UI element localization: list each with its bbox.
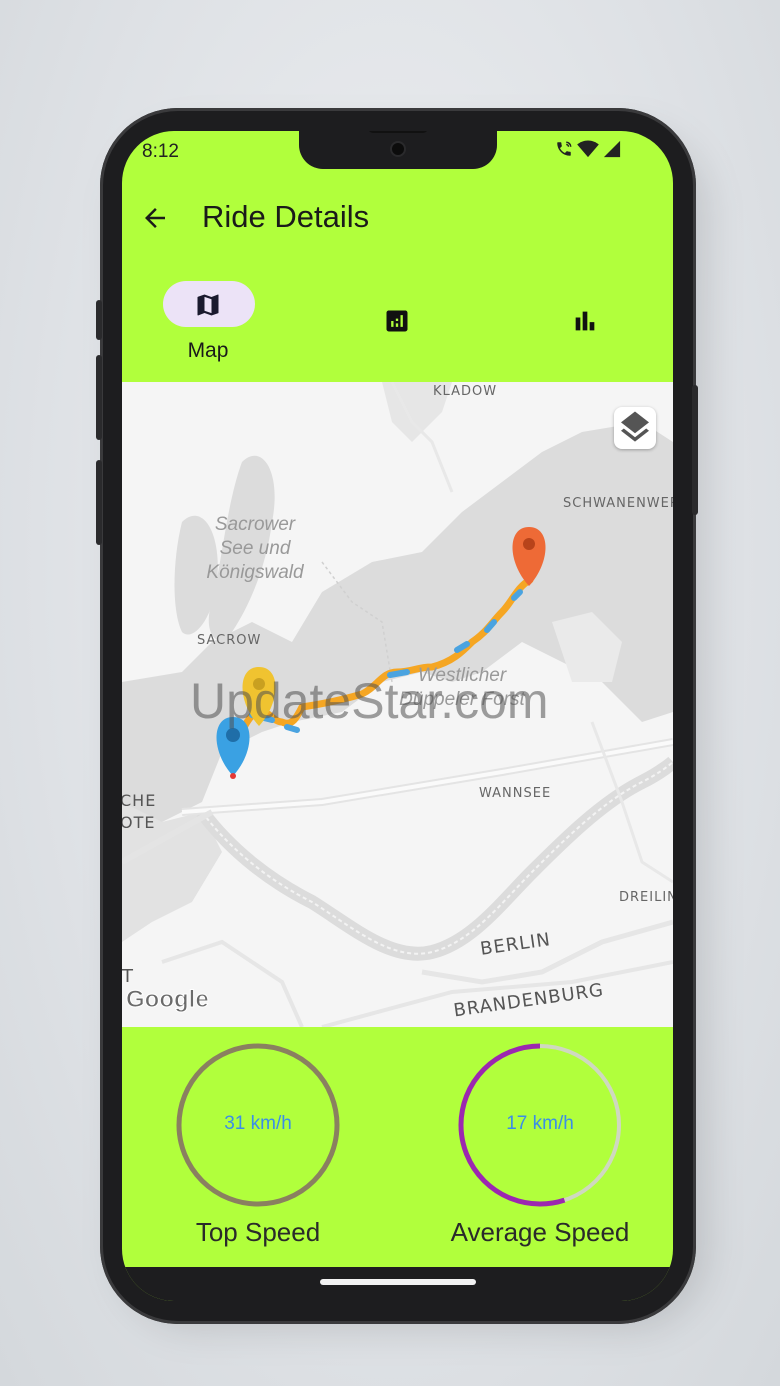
status-icons: [555, 140, 621, 158]
volume-down-button: [96, 355, 102, 440]
average-speed-label: Average Speed: [450, 1217, 630, 1247]
speed-stats: 31 km/h Top Speed 17 km/h Average Speed: [122, 1027, 673, 1267]
wifi-icon: [577, 140, 599, 158]
average-speed-gauge: 17 km/h: [456, 1041, 624, 1209]
volume-up-button: [96, 300, 102, 340]
tab-bar-chart[interactable]: [525, 281, 645, 371]
navigation-bar: [122, 1267, 673, 1301]
map-label-sacrow: SACROW: [197, 633, 262, 648]
map-icon: [197, 294, 219, 316]
watermark: UpdateStar.com: [190, 673, 549, 729]
average-speed-value: 17 km/h: [506, 1113, 574, 1134]
map-label-kladow: KLADOW: [433, 384, 498, 399]
front-camera: [390, 141, 406, 157]
home-indicator[interactable]: [320, 1279, 476, 1285]
bar-chart-icon: [575, 311, 595, 331]
map-label-schwanenwerder: SCHWANENWER: [563, 496, 673, 511]
arrow-back-icon[interactable]: [140, 203, 170, 233]
map-label-berliner-vorstadt: CHE OTE: [122, 791, 157, 832]
earpiece: [368, 131, 428, 133]
top-speed-label: Top Speed: [195, 1217, 321, 1247]
map-layers-button[interactable]: [614, 407, 656, 449]
map-label-dreilinden: DREILIN: [619, 890, 673, 905]
map-label-t-fragment: T: [122, 966, 134, 987]
tab-map-label: Map: [187, 339, 229, 362]
map-label-sacrower-see: Sacrower See und Königswald: [206, 514, 304, 583]
tab-bar: Map: [122, 281, 673, 381]
analytics-icon: [386, 310, 408, 332]
route-map[interactable]: KLADOW SCHWANENWER Sacrower See und Köni…: [122, 382, 673, 1027]
layers-icon: [621, 411, 649, 442]
tab-map[interactable]: Map: [148, 281, 268, 371]
tab-analytics[interactable]: [337, 281, 457, 371]
power-button: [692, 385, 698, 515]
page-title: Ride Details: [202, 199, 370, 234]
status-time: 8:12: [142, 141, 179, 162]
volume-down-button-2: [96, 460, 102, 545]
wifi-call-icon: [557, 141, 572, 156]
signal-icon: [603, 140, 621, 158]
top-speed-value: 31 km/h: [224, 1113, 292, 1134]
app-bar: Ride Details: [122, 191, 673, 251]
screen: 8:12 Ride Details Map KLADOW SCHWANENWER…: [122, 131, 673, 1301]
map-label-wannsee: WANNSEE: [479, 786, 552, 801]
top-speed-gauge: 31 km/h: [174, 1041, 342, 1209]
notch: [299, 131, 497, 169]
google-attribution: Google: [126, 986, 210, 1014]
